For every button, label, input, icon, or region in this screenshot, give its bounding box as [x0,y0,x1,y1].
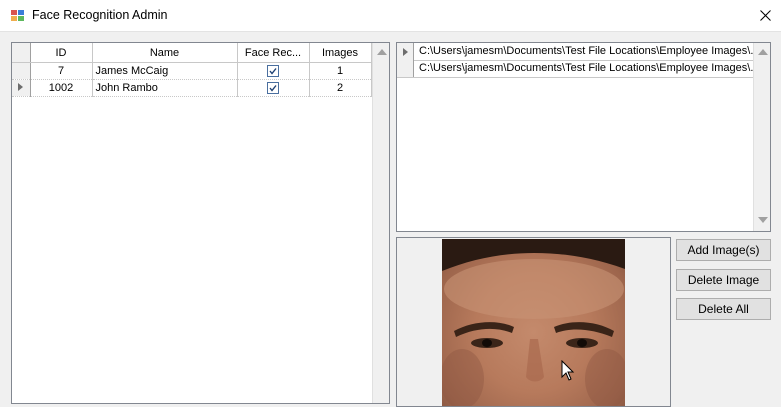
face-photo [442,239,625,406]
employees-grid[interactable]: ID Name Face Rec... Images 7 James McCai… [11,42,390,404]
close-button[interactable] [749,0,781,31]
scroll-up-icon[interactable] [377,49,387,55]
column-header-face-rec[interactable]: Face Rec... [237,43,310,63]
row-header[interactable] [12,79,31,97]
cell-name[interactable]: James McCaig [92,62,238,80]
row-arrow-icon [18,83,24,91]
vertical-scrollbar[interactable] [753,43,770,231]
close-icon [759,10,771,21]
images-grid[interactable]: C:\Users\jamesm\Documents\Test File Loca… [396,42,771,232]
scroll-down-icon[interactable] [758,217,768,223]
cell-images[interactable]: 2 [309,79,372,97]
delete-image-button[interactable]: Delete Image [676,269,771,291]
cell-name[interactable]: John Rambo [92,79,238,97]
row-header[interactable] [397,43,414,60]
row-header[interactable] [397,60,414,77]
cell-images[interactable]: 1 [309,62,372,80]
checkbox-icon[interactable] [267,65,279,78]
scroll-up-icon[interactable] [758,49,768,55]
row-arrow-icon [402,47,408,56]
checkbox-icon[interactable] [267,82,279,95]
mouse-cursor-icon [561,360,575,381]
table-row[interactable]: 1002 John Rambo 2 [12,79,372,97]
vertical-scrollbar[interactable] [372,43,389,403]
column-header-id[interactable]: ID [30,43,93,63]
title-bar: Face Recognition Admin [0,0,781,32]
cell-face-rec[interactable] [237,62,310,80]
grid-corner-cell[interactable] [12,43,31,63]
cell-face-rec[interactable] [237,79,310,97]
cell-id[interactable]: 7 [30,62,93,80]
table-row[interactable]: 7 James McCaig 1 [12,62,372,80]
table-row[interactable]: C:\Users\jamesm\Documents\Test File Loca… [397,60,754,78]
table-row[interactable]: C:\Users\jamesm\Documents\Test File Loca… [397,43,754,61]
column-header-images[interactable]: Images [309,43,372,63]
add-images-button[interactable]: Add Image(s) [676,239,771,261]
image-preview [396,237,671,407]
row-header[interactable] [12,62,31,80]
cell-image-path[interactable]: C:\Users\jamesm\Documents\Test File Loca… [419,44,753,59]
app-icon [11,10,24,21]
delete-all-button[interactable]: Delete All [676,298,771,320]
window-title: Face Recognition Admin [32,8,168,22]
cell-id[interactable]: 1002 [30,79,93,97]
column-header-name[interactable]: Name [92,43,238,63]
cell-image-path[interactable]: C:\Users\jamesm\Documents\Test File Loca… [419,61,753,76]
grid-header-row: ID Name Face Rec... Images [12,43,372,63]
